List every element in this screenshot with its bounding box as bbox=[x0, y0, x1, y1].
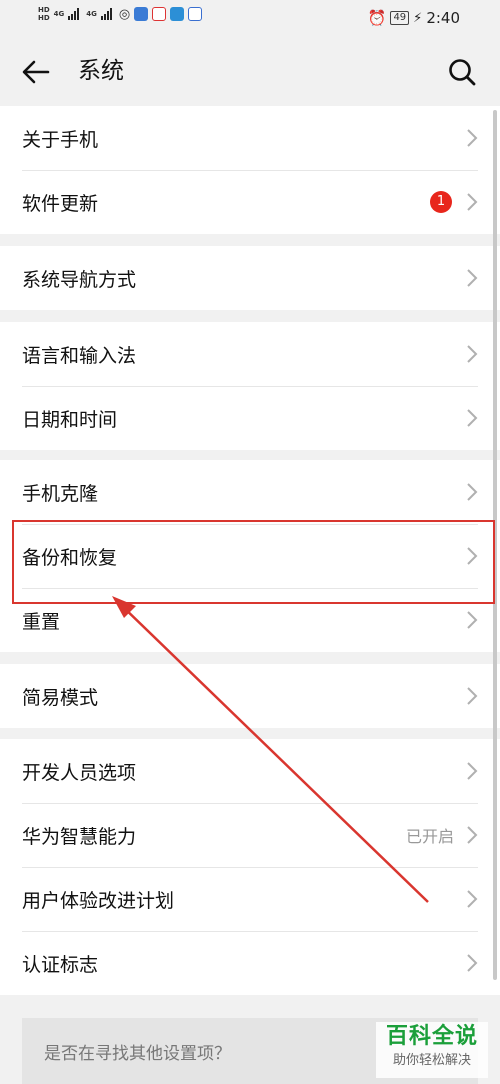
watermark-title: 百科全说 bbox=[385, 1024, 478, 1049]
chevron-right-icon bbox=[467, 611, 478, 629]
charging-icon: ⚡ bbox=[413, 10, 423, 26]
item-label: 日期和时间 bbox=[22, 408, 118, 431]
item-label: 系统导航方式 bbox=[22, 268, 137, 291]
signal-icon bbox=[68, 8, 80, 20]
date-time-item[interactable]: 日期和时间 bbox=[0, 386, 500, 450]
update-count-badge: 1 bbox=[430, 191, 452, 213]
back-button[interactable] bbox=[20, 56, 52, 88]
chevron-right-icon bbox=[467, 409, 478, 427]
chevron-right-icon bbox=[467, 826, 478, 844]
battery-icon: 49 bbox=[390, 11, 410, 25]
system-navigation-item[interactable]: 系统导航方式 bbox=[0, 246, 500, 310]
watermark-logo: 百科全说 助你轻松解决 bbox=[376, 1022, 488, 1078]
chevron-right-icon bbox=[467, 687, 478, 705]
hotspot-icon: ◎ bbox=[118, 6, 131, 22]
alarm-icon: ⏰ bbox=[367, 9, 387, 27]
reset-item[interactable]: 重置 bbox=[0, 588, 500, 652]
page-title: 系统 bbox=[78, 58, 124, 84]
software-update-item[interactable]: 软件更新 1 bbox=[0, 170, 500, 234]
backup-restore-item[interactable]: 备份和恢复 bbox=[0, 524, 500, 588]
chevron-right-icon bbox=[467, 345, 478, 363]
item-label: 华为智慧能力 bbox=[22, 825, 137, 848]
item-label: 开发人员选项 bbox=[22, 761, 137, 784]
app-header: 系统 bbox=[0, 38, 500, 104]
app-notification-icon bbox=[134, 7, 149, 21]
network-type-b: 4G bbox=[86, 10, 97, 18]
chevron-right-icon bbox=[467, 129, 478, 147]
status-value: 已开启 bbox=[405, 827, 454, 846]
chevron-right-icon bbox=[467, 762, 478, 780]
hd-badge: HD HD bbox=[38, 6, 50, 22]
scrollbar[interactable] bbox=[493, 110, 497, 980]
certification-logo-item[interactable]: 认证标志 bbox=[0, 931, 500, 995]
signal-icon bbox=[100, 8, 112, 20]
chevron-right-icon bbox=[467, 269, 478, 287]
developer-options-item[interactable]: 开发人员选项 bbox=[0, 739, 500, 803]
settings-group-backup: 手机克隆 备份和恢复 重置 bbox=[0, 460, 500, 652]
huawei-ai-item[interactable]: 华为智慧能力 已开启 bbox=[0, 803, 500, 867]
app-notification-icon bbox=[188, 7, 203, 21]
settings-group-language: 语言和输入法 日期和时间 bbox=[0, 322, 500, 450]
search-button[interactable] bbox=[446, 56, 478, 88]
item-label: 关于手机 bbox=[22, 128, 99, 151]
language-input-item[interactable]: 语言和输入法 bbox=[0, 322, 500, 386]
status-icons-right: ⏰ 49 ⚡ 2:40 bbox=[368, 9, 460, 27]
search-icon bbox=[449, 59, 476, 86]
map-pin-icon bbox=[152, 7, 167, 21]
status-icons-left: HD HD 4G 4G ◎ bbox=[38, 6, 203, 22]
item-label: 重置 bbox=[22, 610, 61, 633]
status-time: 2:40 bbox=[426, 9, 460, 27]
settings-group-navigation: 系统导航方式 bbox=[0, 246, 500, 310]
settings-group-simple-mode: 简易模式 bbox=[0, 664, 500, 728]
chevron-right-icon bbox=[467, 954, 478, 972]
item-label: 简易模式 bbox=[22, 686, 99, 709]
user-experience-item[interactable]: 用户体验改进计划 bbox=[0, 867, 500, 931]
app-notification-icon bbox=[170, 7, 185, 21]
item-label: 软件更新 bbox=[22, 192, 99, 215]
item-label: 用户体验改进计划 bbox=[22, 889, 175, 912]
search-prompt-text: 是否在寻找其他设置项？ bbox=[44, 1043, 231, 1064]
item-label: 认证标志 bbox=[22, 953, 99, 976]
chevron-right-icon bbox=[467, 483, 478, 501]
settings-group-developer: 开发人员选项 华为智慧能力 已开启 用户体验改进计划 认证标志 bbox=[0, 739, 500, 995]
network-type-a: 4G bbox=[53, 10, 65, 18]
arrow-left-icon bbox=[22, 60, 50, 84]
phone-clone-item[interactable]: 手机克隆 bbox=[0, 460, 500, 524]
item-label: 语言和输入法 bbox=[22, 344, 137, 367]
chevron-right-icon bbox=[467, 547, 478, 565]
watermark-subtitle: 助你轻松解决 bbox=[392, 1053, 471, 1068]
simple-mode-item[interactable]: 简易模式 bbox=[0, 664, 500, 728]
about-phone-item[interactable]: 关于手机 bbox=[0, 106, 500, 170]
item-label: 手机克隆 bbox=[22, 482, 99, 505]
item-label: 备份和恢复 bbox=[22, 546, 118, 569]
settings-group-about: 关于手机 软件更新 1 bbox=[0, 106, 500, 234]
chevron-right-icon bbox=[467, 193, 478, 211]
chevron-right-icon bbox=[467, 890, 478, 908]
status-bar: HD HD 4G 4G ◎ ⏰ 49 ⚡ 2:40 bbox=[0, 0, 500, 38]
